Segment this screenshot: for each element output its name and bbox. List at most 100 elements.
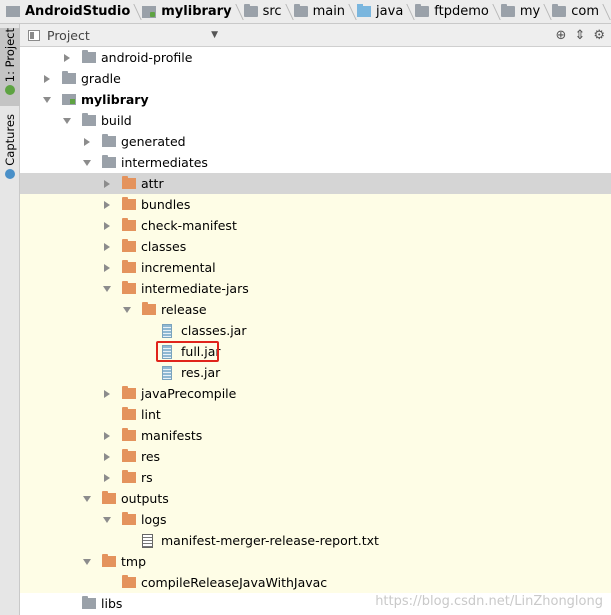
- tree-item-label: tmp: [121, 554, 147, 569]
- excluded-folder-icon: [122, 407, 136, 420]
- tree-row[interactable]: mylibrary: [20, 89, 611, 110]
- tree-item-label: classes: [141, 239, 187, 254]
- breadcrumb-item[interactable]: ftpdemo: [409, 0, 495, 23]
- breadcrumb-label: main: [312, 4, 346, 19]
- tree-row[interactable]: compileReleaseJavaWithJavac: [20, 572, 611, 593]
- breadcrumb-label: java: [376, 4, 404, 19]
- locate-icon[interactable]: ⊕: [556, 28, 567, 43]
- breadcrumb-item[interactable]: AndroidStudio: [0, 0, 136, 23]
- chevron-right-icon[interactable]: [102, 194, 112, 215]
- captures-icon: [5, 168, 15, 179]
- tree-row[interactable]: gradle: [20, 68, 611, 89]
- view-selector-dropdown[interactable]: Project ▼: [28, 26, 218, 45]
- folder-icon: [62, 71, 76, 84]
- tree-row[interactable]: classes.jar: [20, 320, 611, 341]
- chevron-right-icon[interactable]: [102, 236, 112, 257]
- breadcrumb-item[interactable]: com: [546, 0, 605, 23]
- tree-item-label: incremental: [141, 260, 216, 275]
- tree-row[interactable]: incremental: [20, 257, 611, 278]
- chevron-right-icon[interactable]: [102, 383, 112, 404]
- chevron-down-icon[interactable]: [82, 488, 92, 509]
- tree-row[interactable]: manifests: [20, 425, 611, 446]
- chevron-down-icon[interactable]: [82, 551, 92, 572]
- chevron-right-icon[interactable]: [102, 446, 112, 467]
- source-folder-icon: [357, 4, 372, 17]
- excluded-folder-icon: [122, 575, 136, 588]
- tree-row[interactable]: build: [20, 110, 611, 131]
- breadcrumb-item[interactable]: src: [238, 0, 288, 23]
- tree-row[interactable]: full.jar: [20, 341, 611, 362]
- breadcrumb-label: ftpdemo: [434, 4, 489, 19]
- chevron-down-icon[interactable]: [102, 509, 112, 530]
- tree-row[interactable]: manifest-merger-release-report.txt: [20, 530, 611, 551]
- chevron-down-icon[interactable]: [82, 152, 92, 173]
- tree-row[interactable]: tmp: [20, 551, 611, 572]
- tree-row[interactable]: attr: [20, 173, 611, 194]
- gear-icon[interactable]: ⚙: [593, 28, 605, 43]
- excluded-folder-icon: [122, 449, 136, 462]
- project-folder-icon: [6, 6, 20, 17]
- excluded-folder-icon: [142, 302, 156, 315]
- chevron-right-icon[interactable]: [42, 68, 52, 89]
- excluded-folder-icon: [122, 281, 136, 294]
- chevron-down-icon[interactable]: [62, 110, 72, 131]
- tree-item-label: mylibrary: [81, 92, 149, 107]
- breadcrumb-item[interactable]: mylibrary: [136, 0, 237, 23]
- project-icon: [5, 85, 15, 96]
- tree-row[interactable]: outputs: [20, 488, 611, 509]
- breadcrumb-item[interactable]: my: [495, 0, 546, 23]
- breadcrumb-label: com: [571, 4, 599, 19]
- tree-row[interactable]: classes: [20, 236, 611, 257]
- tree-row[interactable]: generated: [20, 131, 611, 152]
- tree-row[interactable]: intermediate-jars: [20, 278, 611, 299]
- chevron-right-icon[interactable]: [102, 467, 112, 488]
- tree-row[interactable]: release: [20, 299, 611, 320]
- tree-row[interactable]: res.jar: [20, 362, 611, 383]
- tree-row[interactable]: res: [20, 446, 611, 467]
- breadcrumb-item[interactable]: myl: [605, 0, 611, 23]
- chevron-right-icon[interactable]: [102, 257, 112, 278]
- view-selector-label: Project: [47, 27, 90, 43]
- tree-item-label: compileReleaseJavaWithJavac: [141, 575, 328, 590]
- folder-icon: [552, 4, 567, 17]
- chevron-right-icon[interactable]: [82, 131, 92, 152]
- breadcrumb-label: src: [262, 4, 282, 19]
- tool-window-tab[interactable]: Captures: [0, 114, 20, 184]
- chevron-down-icon[interactable]: [42, 89, 52, 110]
- tree-item-label: android-profile: [101, 50, 193, 65]
- folder-icon: [82, 596, 96, 609]
- chevron-down-icon[interactable]: [102, 278, 112, 299]
- excluded-folder-icon: [122, 386, 136, 399]
- chevron-right-icon[interactable]: [102, 173, 112, 194]
- breadcrumb-item[interactable]: main: [288, 0, 351, 23]
- breadcrumb-label: my: [519, 4, 541, 19]
- breadcrumb-label: mylibrary: [161, 4, 232, 19]
- folder-icon: [82, 113, 96, 126]
- watermark: https://blog.csdn.net/LinZhonglong: [375, 594, 603, 609]
- chevron-right-icon[interactable]: [102, 425, 112, 446]
- tree-row[interactable]: javaPrecompile: [20, 383, 611, 404]
- project-panel-header: Project ▼ ⊕ ⇕ ⚙: [20, 24, 611, 47]
- tool-window-tab[interactable]: 1: Project: [0, 28, 20, 106]
- tree-row[interactable]: lint: [20, 404, 611, 425]
- tree-row[interactable]: check-manifest: [20, 215, 611, 236]
- module-folder-icon: [142, 5, 157, 18]
- chevron-right-icon[interactable]: [62, 47, 72, 68]
- tree-row[interactable]: android-profile: [20, 47, 611, 68]
- chevron-right-icon[interactable]: [102, 215, 112, 236]
- chevron-down-icon[interactable]: [122, 299, 132, 320]
- breadcrumb-item[interactable]: java: [351, 0, 409, 23]
- tree-item-label: classes.jar: [181, 323, 247, 338]
- tree-row[interactable]: logs: [20, 509, 611, 530]
- excluded-folder-icon: [122, 512, 136, 525]
- tree-row[interactable]: bundles: [20, 194, 611, 215]
- excluded-folder-icon: [102, 554, 116, 567]
- tree-row[interactable]: rs: [20, 467, 611, 488]
- tree-item-label: res.jar: [181, 365, 221, 380]
- excluded-folder-icon: [122, 470, 136, 483]
- jar-file-icon: [162, 324, 172, 338]
- excluded-folder-icon: [122, 176, 136, 189]
- tree-row[interactable]: intermediates: [20, 152, 611, 173]
- tree-item-label: bundles: [141, 197, 191, 212]
- collapse-all-icon[interactable]: ⇕: [574, 28, 585, 43]
